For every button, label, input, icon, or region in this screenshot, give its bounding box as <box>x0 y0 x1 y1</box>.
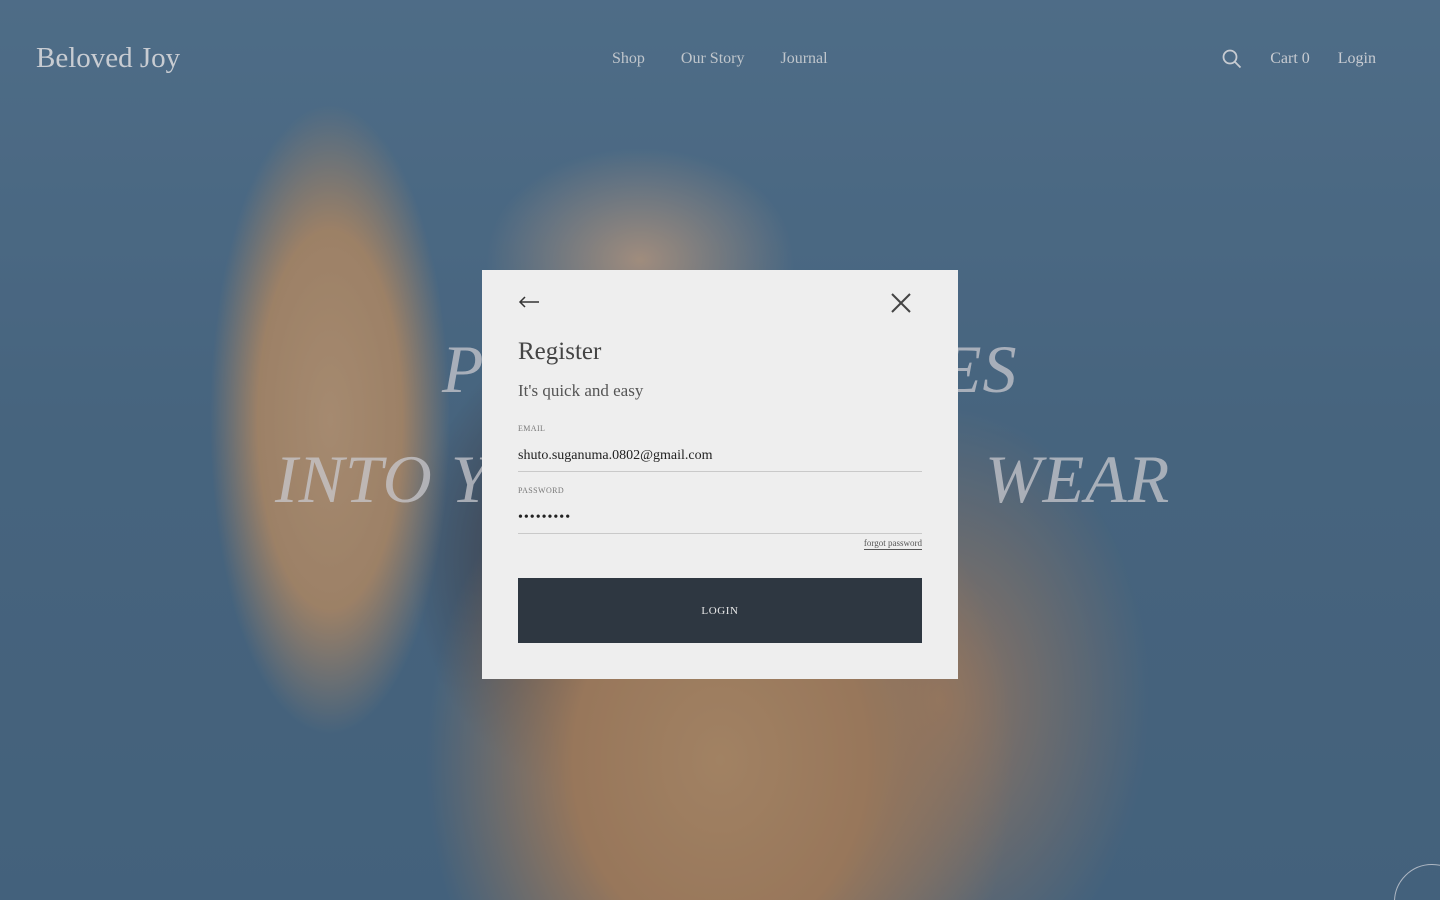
close-icon[interactable] <box>890 292 912 314</box>
register-modal: Register It's quick and easy EMAIL PASSW… <box>482 270 958 679</box>
login-link[interactable]: Login <box>1338 50 1376 68</box>
nav-journal[interactable]: Journal <box>780 50 827 68</box>
modal-title: Register <box>518 338 602 365</box>
hero-line2-right: WEAR <box>985 441 1171 517</box>
search-icon[interactable] <box>1222 49 1242 69</box>
forgot-password-link[interactable]: forgot password <box>863 538 922 550</box>
brand-logo[interactable]: Beloved Joy <box>36 42 180 75</box>
site-header: Beloved Joy Shop Our Story Journal Cart … <box>0 0 1440 120</box>
hero-line2-left: INTO Y <box>275 441 490 517</box>
nav-our-story[interactable]: Our Story <box>681 50 745 68</box>
back-arrow-icon[interactable] <box>518 294 540 310</box>
login-button[interactable]: LOGIN <box>518 578 922 643</box>
email-label: EMAIL <box>518 424 546 433</box>
modal-subtitle: It's quick and easy <box>518 381 644 400</box>
header-actions: Cart 0 Login <box>1222 49 1376 69</box>
page: P ES INTO Y WEAR Beloved Joy Shop Our St… <box>0 0 1440 900</box>
email-field[interactable] <box>518 441 922 472</box>
cart-link[interactable]: Cart 0 <box>1270 50 1310 68</box>
password-label: PASSWORD <box>518 486 565 495</box>
nav-shop[interactable]: Shop <box>612 50 645 68</box>
main-nav: Shop Our Story Journal <box>612 50 828 68</box>
password-field[interactable] <box>518 503 922 534</box>
hero-line1-left: P <box>442 331 485 407</box>
